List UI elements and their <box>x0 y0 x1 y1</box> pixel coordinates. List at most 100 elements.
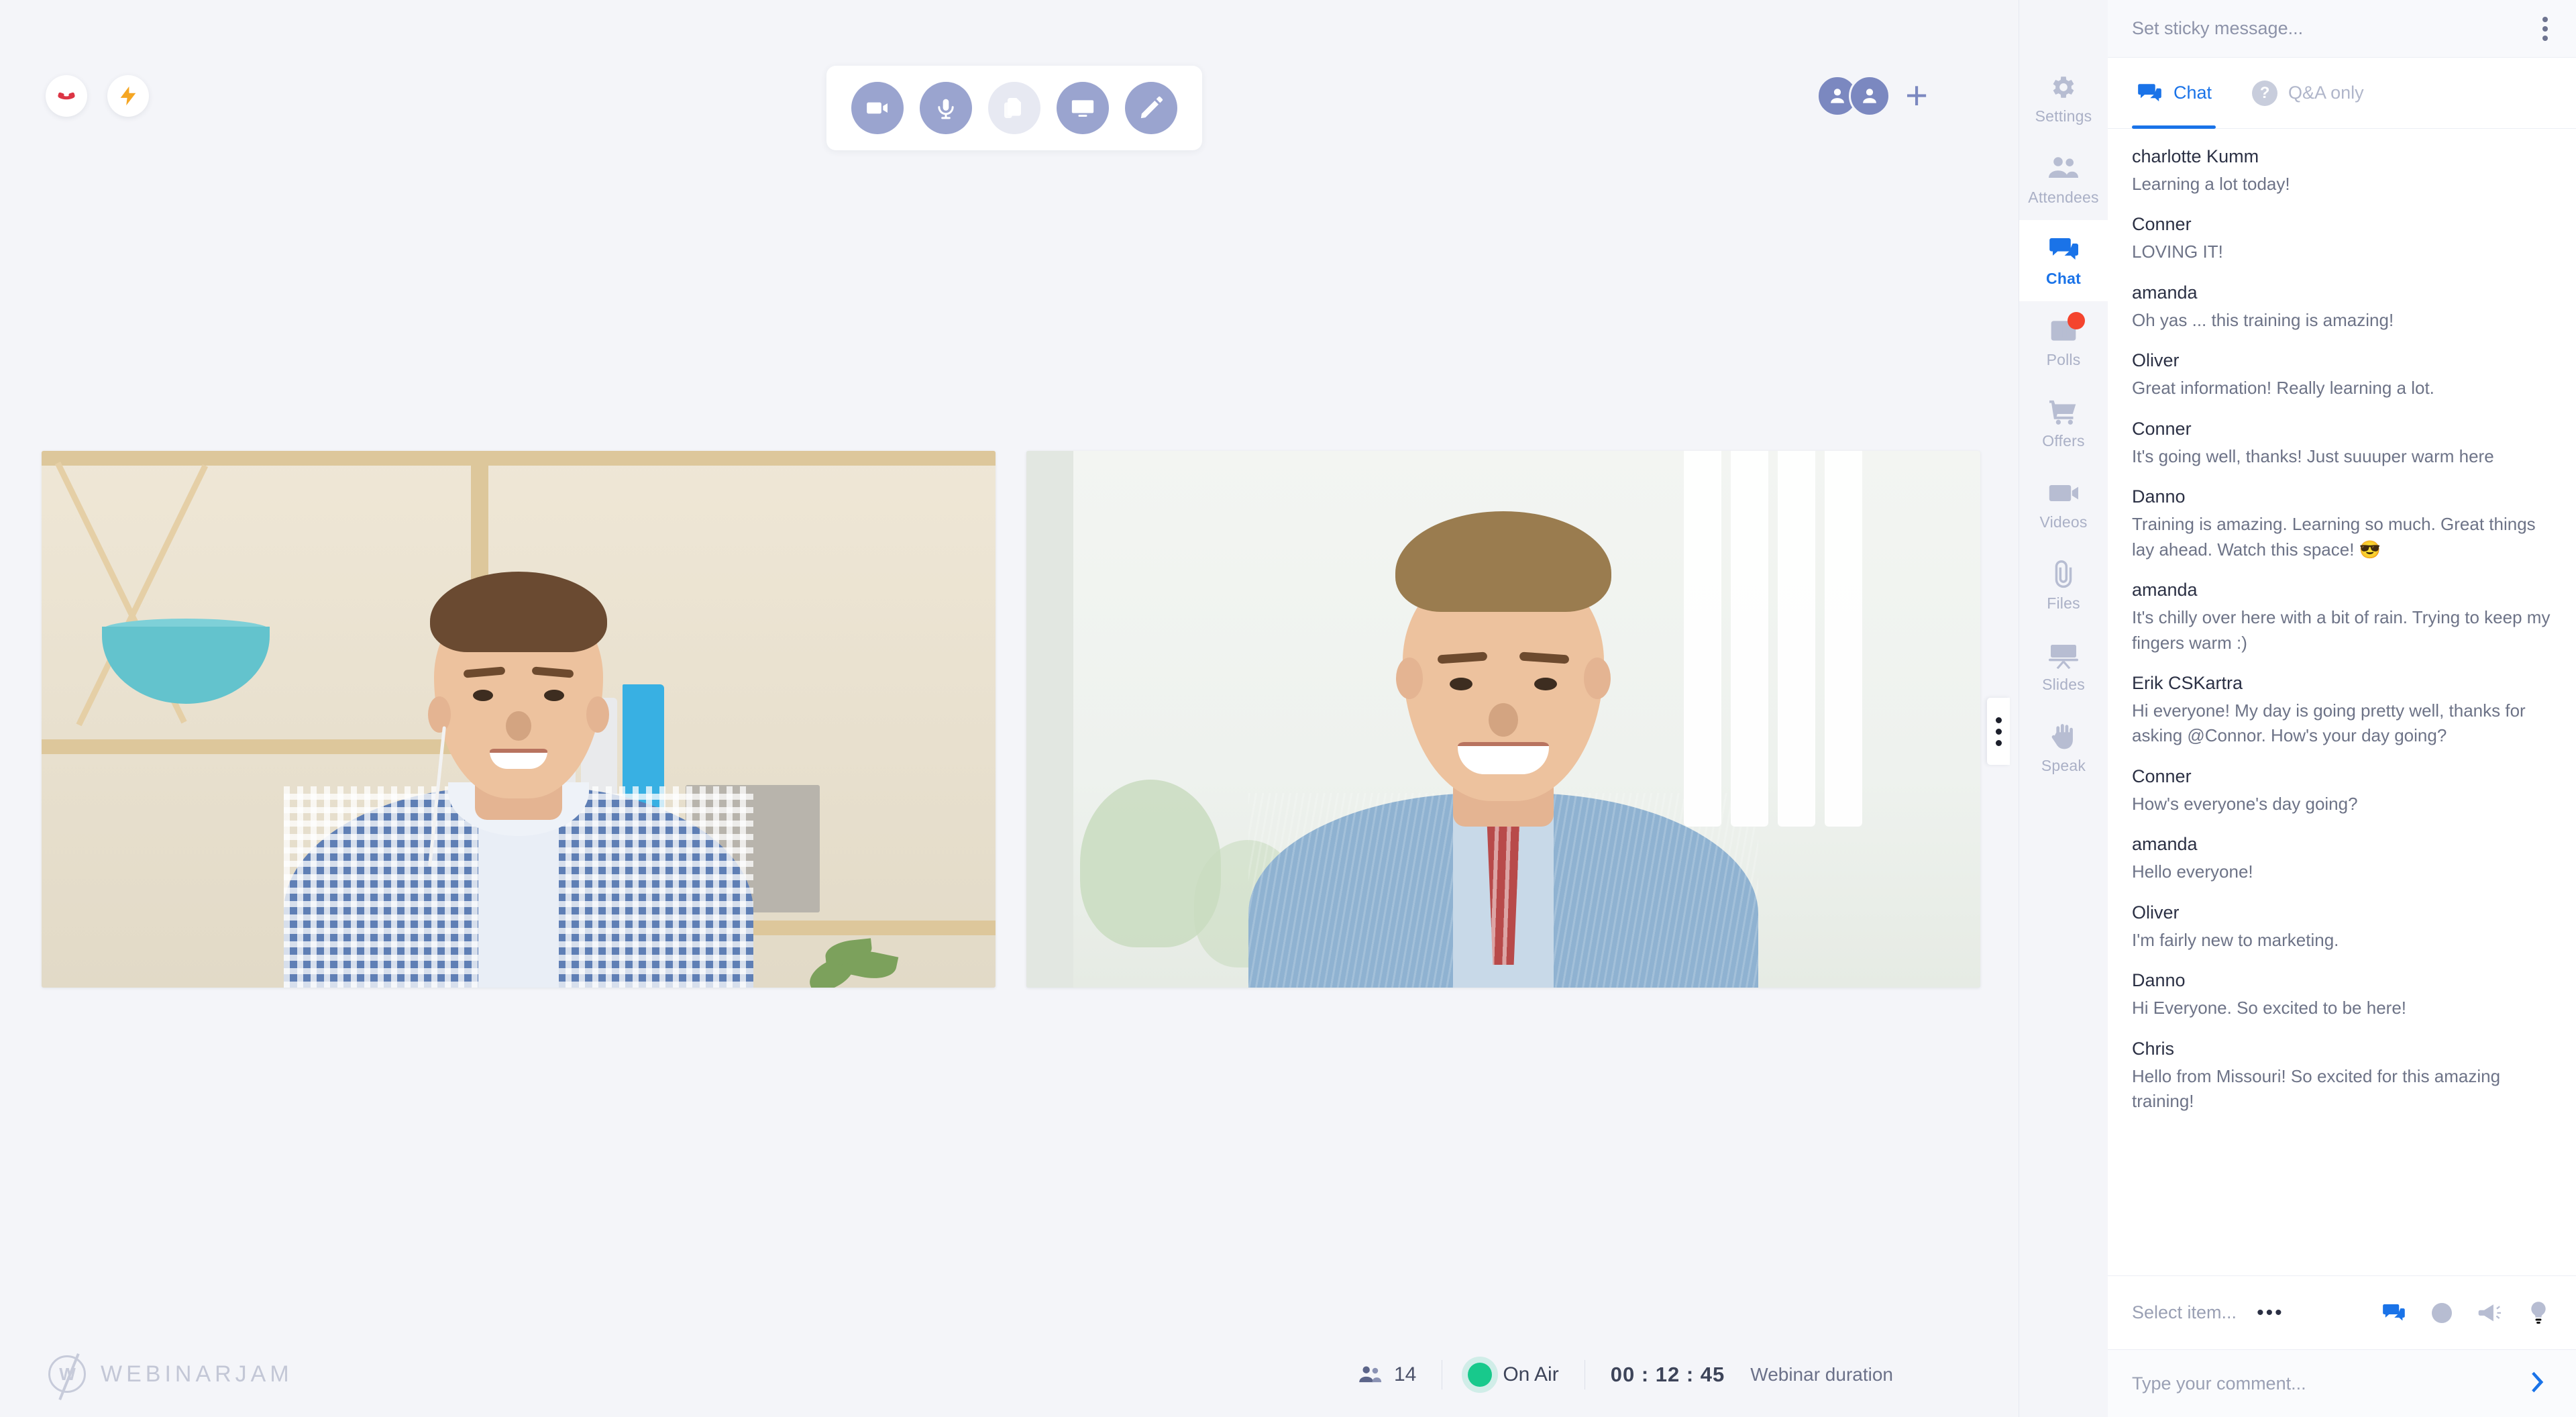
polls-badge <box>2068 312 2085 329</box>
camera-button[interactable] <box>851 82 904 134</box>
panel-options-button[interactable] <box>2537 11 2553 46</box>
chat-message-list[interactable]: charlotte Kumm Learning a lot today! Con… <box>2108 129 2576 1275</box>
composer-select-row: Select item... ••• <box>2108 1276 2576 1350</box>
video-icon <box>2046 478 2081 508</box>
chat-message: Oliver Great information! Really learnin… <box>2132 350 2552 401</box>
slides-icon <box>2046 641 2081 670</box>
chat-composer: Select item... ••• <box>2108 1275 2576 1417</box>
lightbulb-icon[interactable] <box>2525 1300 2552 1326</box>
chat-message: amanda It's chilly over here with a bit … <box>2132 580 2552 655</box>
message-text: Hi Everyone. So excited to be here! <box>2132 998 2407 1018</box>
rail-item-slides[interactable]: Slides <box>2019 626 2108 707</box>
stage-left-controls <box>46 75 149 117</box>
share-screen-button[interactable] <box>1057 82 1109 134</box>
hang-up-button[interactable] <box>46 75 87 117</box>
video-grid <box>42 451 1980 988</box>
attendees-count: 14 <box>1393 1363 1417 1385</box>
chat-icon <box>2046 235 2081 264</box>
sticky-message-placeholder[interactable]: Set sticky message... <box>2132 18 2537 39</box>
tab-label: Chat <box>2174 83 2212 103</box>
question-icon[interactable] <box>2428 1300 2455 1326</box>
rail-label: Files <box>2047 594 2080 612</box>
whiteboard-button[interactable] <box>1125 82 1177 134</box>
message-author: Danno <box>2132 486 2186 507</box>
video-scene-background <box>42 451 996 988</box>
message-text: Learning a lot today! <box>2132 174 2290 194</box>
share-screen-icon <box>1071 100 1094 117</box>
attendees-status[interactable]: 14 <box>1332 1354 1442 1396</box>
rail-item-offers[interactable]: Offers <box>2019 382 2108 464</box>
sticky-message-row[interactable]: Set sticky message... <box>2108 0 2576 58</box>
message-author: charlotte Kumm <box>2132 146 2259 166</box>
composer-icon-group <box>2380 1300 2552 1326</box>
chat-message: charlotte Kumm Learning a lot today! <box>2132 146 2552 197</box>
webinar-app: + W WEBINARJAM 14 On Air 00: 12: 45 We… <box>0 0 2576 1417</box>
chat-panel: Set sticky message... Chat ? Q&A only ch… <box>2108 0 2576 1417</box>
chat-message: Conner It's going well, thanks! Just suu… <box>2132 419 2552 469</box>
message-text: I'm fairly new to marketing. <box>2132 929 2339 950</box>
rail-item-polls[interactable]: Polls <box>2019 301 2108 382</box>
paperclip-icon <box>2046 560 2081 589</box>
person-icon <box>1831 89 1845 103</box>
video-tile-presenter-2[interactable] <box>1026 451 1980 988</box>
gear-icon <box>2046 72 2081 102</box>
video-scene-background <box>1026 451 1980 988</box>
select-item-dropdown[interactable]: Select item... <box>2132 1302 2237 1323</box>
tab-label: Q&A only <box>2288 83 2364 103</box>
tab-qa-only[interactable]: ? Q&A only <box>2248 58 2368 129</box>
megaphone-icon[interactable] <box>2477 1300 2504 1326</box>
microphone-button[interactable] <box>920 82 972 134</box>
chat-icon <box>2138 83 2161 101</box>
people-icon <box>1359 1366 1382 1383</box>
on-air-label: On Air <box>1503 1363 1559 1385</box>
on-air-indicator <box>1468 1363 1493 1387</box>
comment-input[interactable] <box>2132 1373 2514 1394</box>
lightning-button[interactable] <box>107 75 149 117</box>
video-stage: + W WEBINARJAM 14 On Air 00: 12: 45 We… <box>0 0 2019 1417</box>
add-presenter-button[interactable]: + <box>1905 76 1928 115</box>
panel-collapse-handle[interactable] <box>1987 698 2010 765</box>
presenter-avatars: + <box>1817 75 1928 117</box>
message-author: amanda <box>2132 282 2198 303</box>
poll-icon <box>2046 312 2085 346</box>
chat-message: Danno Training is amazing. Learning so m… <box>2132 486 2552 562</box>
webinar-duration: 00 : 12 : 45 Webinar duration <box>1585 1354 1919 1396</box>
chat-message: Oliver I'm fairly new to marketing. <box>2132 902 2552 953</box>
message-author: Danno <box>2132 970 2186 991</box>
chat-icon[interactable] <box>2380 1300 2407 1326</box>
rail-item-attendees[interactable]: Attendees <box>2019 139 2108 220</box>
video-tile-presenter-1[interactable] <box>42 451 996 988</box>
rail-label: Speak <box>2041 757 2086 774</box>
pencil-icon <box>1140 96 1163 119</box>
share-file-icon <box>1004 98 1021 118</box>
select-more-button[interactable]: ••• <box>2257 1302 2284 1324</box>
avatar[interactable] <box>1849 75 1891 117</box>
people-icon <box>2046 154 2081 183</box>
rail-item-videos[interactable]: Videos <box>2019 464 2108 545</box>
logo-mark-icon: W <box>48 1353 86 1401</box>
bottom-status-bar: W WEBINARJAM 14 On Air 00: 12: 45 Webi… <box>0 1336 2019 1417</box>
microphone-icon <box>938 99 954 119</box>
message-text: It's going well, thanks! Just suuuper wa… <box>2132 445 2494 466</box>
webinarjam-logo: W WEBINARJAM <box>48 1353 293 1401</box>
presenter-1-figure <box>257 572 780 988</box>
chat-message: Conner How's everyone's day going? <box>2132 766 2552 817</box>
rail-item-chat[interactable]: Chat <box>2019 220 2108 301</box>
message-text: Hello everyone! <box>2132 861 2253 882</box>
share-file-button[interactable] <box>988 82 1040 134</box>
rail-item-speak[interactable]: Speak <box>2019 707 2108 788</box>
rail-label: Polls <box>2046 351 2081 368</box>
comment-input-row[interactable] <box>2108 1350 2576 1417</box>
message-text: Great information! Really learning a lot… <box>2132 378 2434 399</box>
rail-label: Videos <box>2039 513 2088 531</box>
hang-up-icon <box>58 92 75 100</box>
rail-item-settings[interactable]: Settings <box>2019 58 2108 139</box>
send-button[interactable] <box>2514 1365 2552 1402</box>
tab-chat[interactable]: Chat <box>2132 58 2216 129</box>
question-icon: ? <box>2252 80 2278 106</box>
person-icon <box>1863 89 1877 103</box>
message-author: Conner <box>2132 766 2192 786</box>
rail-item-files[interactable]: Files <box>2019 545 2108 626</box>
chat-message: amanda Oh yas ... this training is amazi… <box>2132 282 2552 333</box>
chat-message: Chris Hello from Missouri! So excited fo… <box>2132 1039 2552 1114</box>
